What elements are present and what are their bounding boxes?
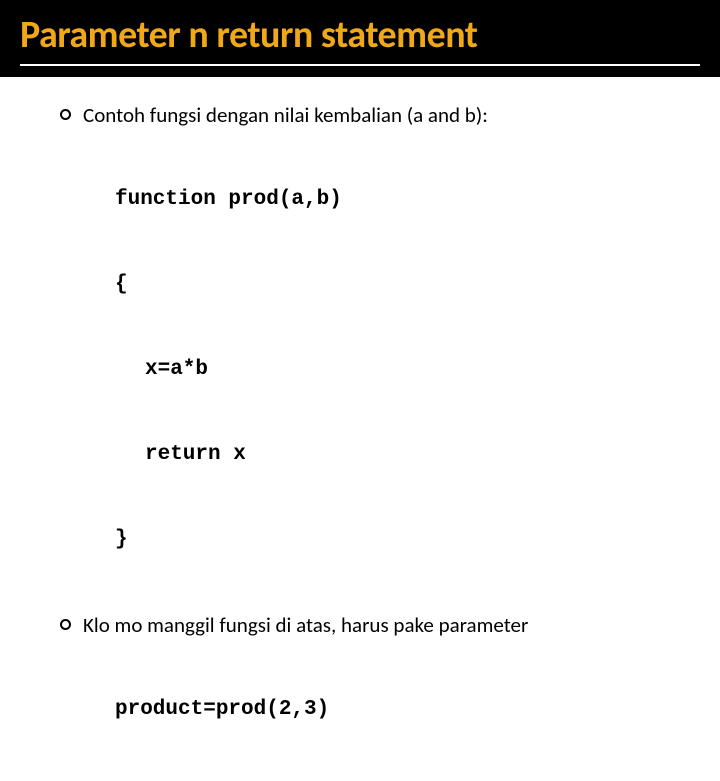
code-line: } [115,526,680,554]
code-line: { [115,271,680,299]
slide-header: Parameter n return statement [0,0,720,77]
slide-content: Contoh fungsi dengan nilai kembalian (a … [0,77,720,781]
code-line: function prod(a,b) [115,186,680,214]
title-underline [20,64,700,66]
code-call: product=prod(2,3) [115,640,680,781]
code-line: product=prod(2,3) [115,696,680,724]
bullet-icon [60,619,71,630]
bullet-icon [60,109,71,120]
code-block: function prod(a,b) { x=a*b return x } [115,129,680,611]
code-line: return x [145,441,680,469]
bullet-item: Klo mo manggil fungsi di atas, harus pak… [60,611,680,639]
bullet-text: Contoh fungsi dengan nilai kembalian (a … [83,101,680,129]
bullet-text: Klo mo manggil fungsi di atas, harus pak… [83,611,680,639]
code-line: x=a*b [145,356,680,384]
slide-title: Parameter n return statement [20,12,700,58]
bullet-item: Contoh fungsi dengan nilai kembalian (a … [60,101,680,129]
